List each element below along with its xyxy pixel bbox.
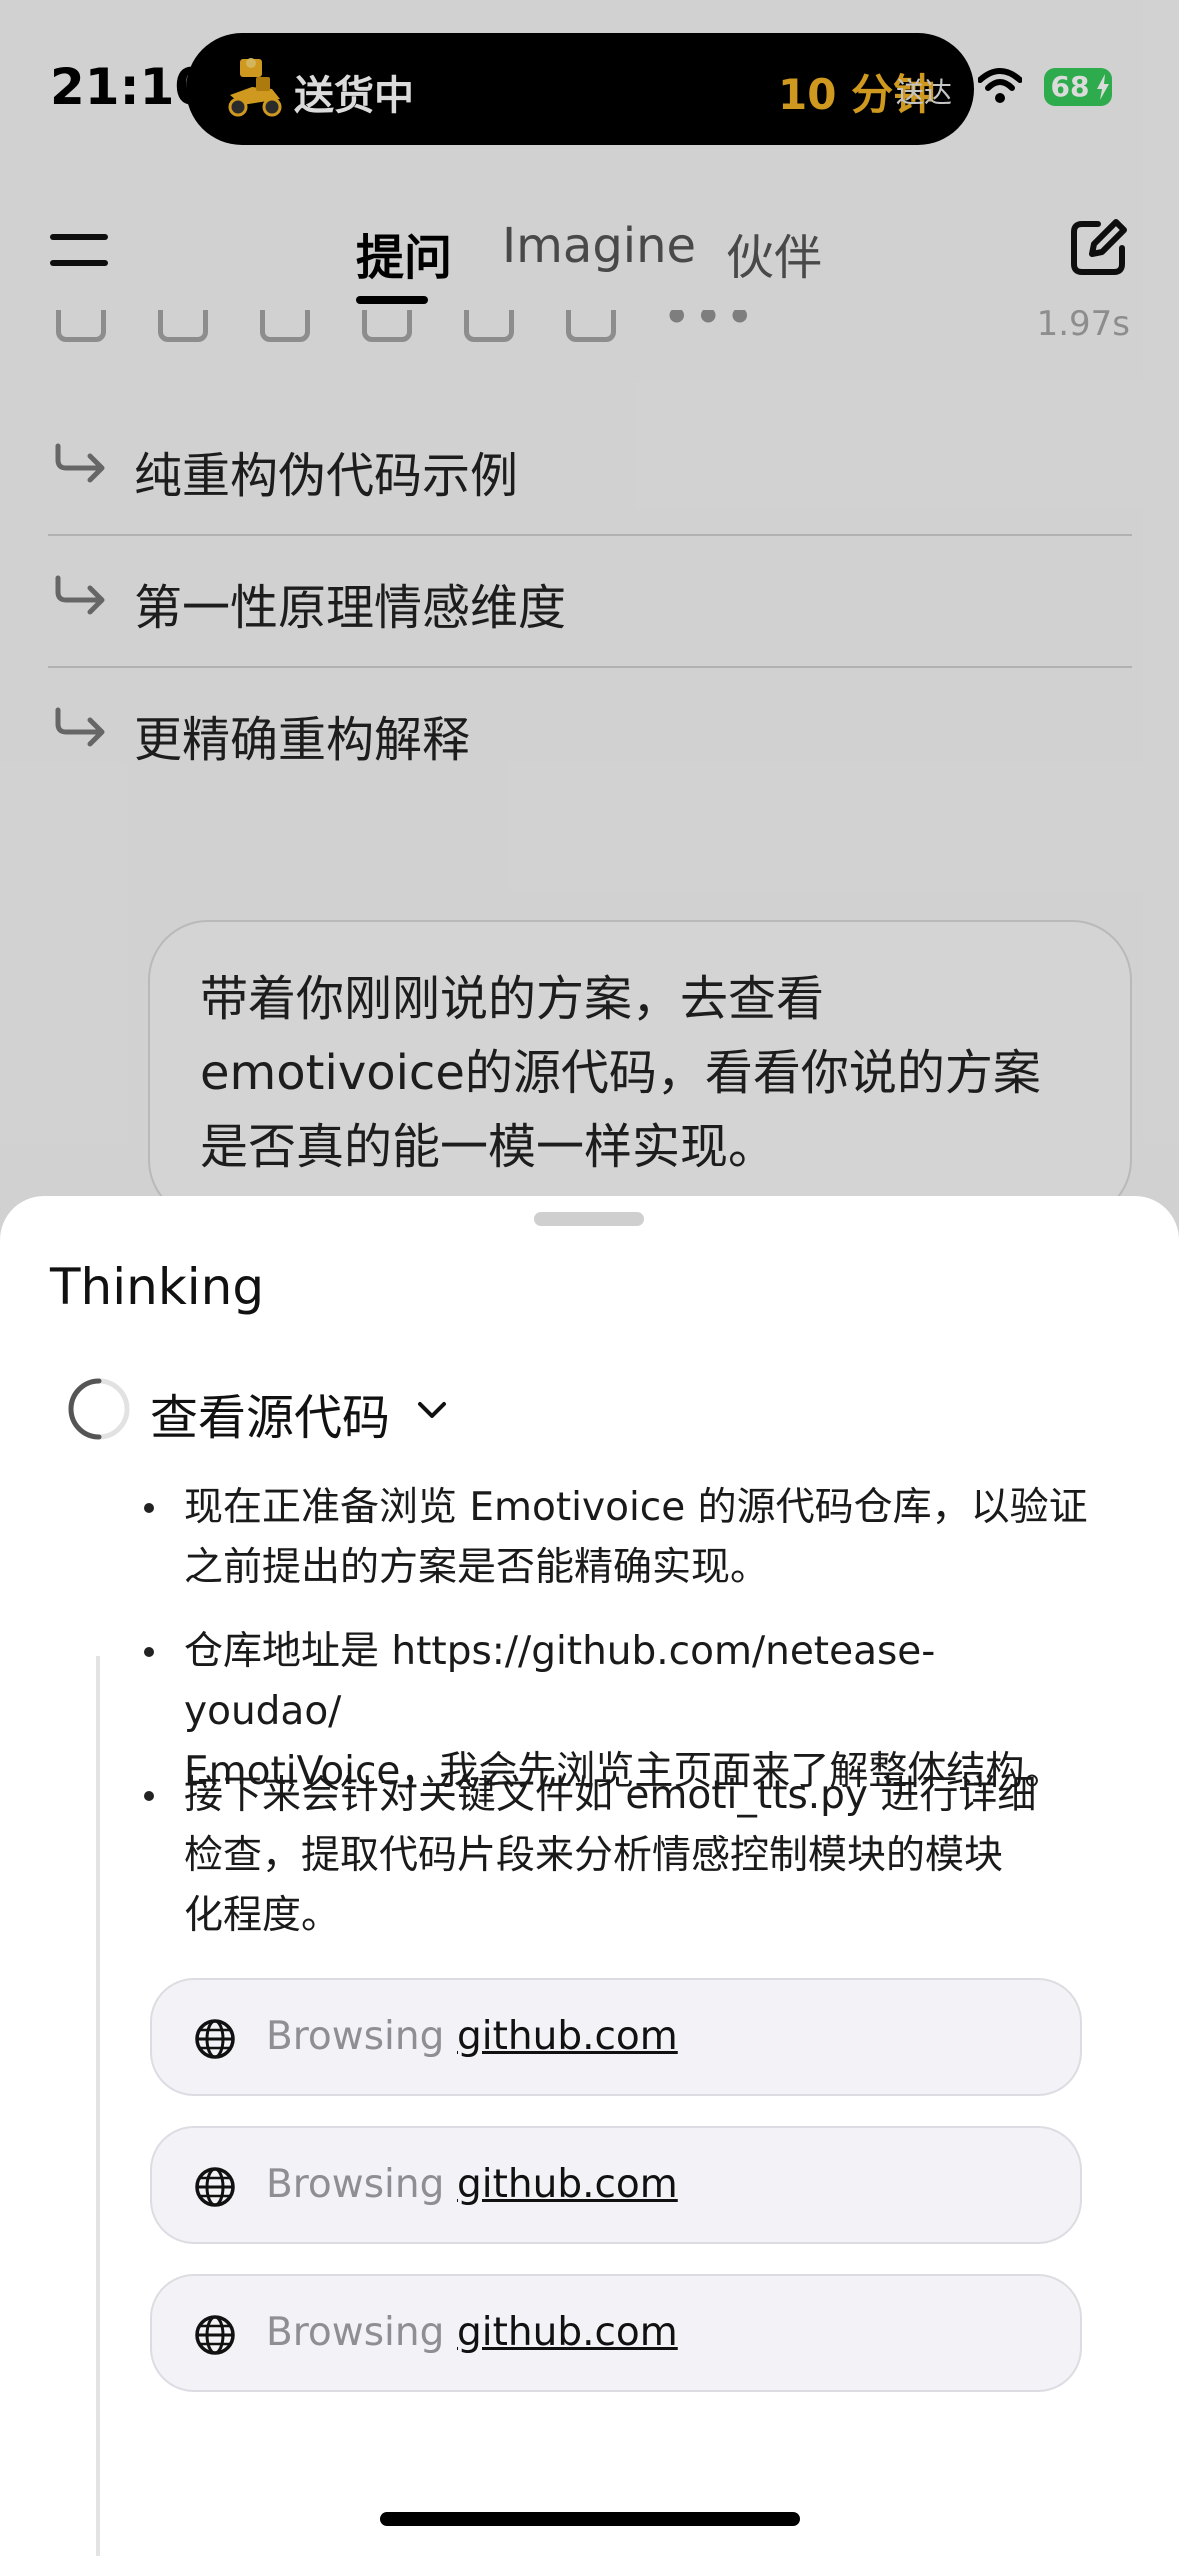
user-message-line: 带着你刚刚说的方案，去查看 — [200, 971, 825, 1027]
delivery-scooter-icon — [228, 58, 282, 117]
delivery-status: 送货中 — [294, 73, 414, 119]
active-tab-indicator — [356, 296, 428, 304]
divider — [48, 666, 1132, 668]
globe-icon — [195, 2019, 235, 2059]
response-action-row: ••• 1.97s — [50, 310, 1130, 360]
top-tabs: 提问 Imagine 伙伴 — [0, 218, 1179, 308]
bullet-line: 化程度。 — [184, 1893, 341, 1938]
bullet-dot — [144, 1791, 154, 1801]
browsing-label: Browsing — [266, 2014, 445, 2059]
live-activity[interactable]: 送货中 10 分钟 送达 — [186, 33, 974, 145]
suggestion-label: 纯重构伪代码示例 — [134, 448, 519, 504]
user-message-bubble: 带着你刚刚说的方案，去查看 emotivoice的源代码，看看你说的方案 是否真… — [148, 920, 1132, 1220]
home-indicator[interactable] — [380, 2512, 800, 2526]
browsing-site-link[interactable]: github.com — [457, 2162, 678, 2207]
reply-arrow-icon — [55, 575, 105, 615]
sheet-grabber[interactable] — [534, 1212, 644, 1226]
step-timeline-line — [96, 1656, 100, 2556]
new-chat-icon[interactable] — [1068, 218, 1128, 278]
thinking-step-title[interactable]: 查看源代码 — [150, 1378, 390, 1448]
delivery-eta-suffix: 送达 — [896, 76, 953, 109]
bullet-line: 接下来会针对关键文件如 emoti_tts.py 进行详细 — [184, 1773, 1037, 1818]
suggestion-label: 更精确重构解释 — [134, 712, 471, 768]
tab-companion[interactable]: 伙伴 — [726, 218, 822, 288]
browsing-site-link[interactable]: github.com — [457, 2310, 678, 2355]
suggestion-label: 第一性原理情感维度 — [134, 580, 567, 636]
user-message-line: emotivoice的源代码，看看你说的方案 — [200, 1045, 1041, 1101]
suggestion-item[interactable]: 纯重构伪代码示例 — [48, 406, 1132, 538]
suggestion-item[interactable]: 第一性原理情感维度 — [48, 538, 1132, 670]
share-icon[interactable] — [158, 310, 208, 342]
browsing-label: Browsing — [266, 2310, 445, 2355]
more-icon[interactable]: ••• — [662, 310, 756, 346]
globe-icon — [195, 2167, 235, 2207]
browsing-item[interactable]: Browsing github.com — [150, 2274, 1082, 2392]
thinking-bullet: 现在正准备浏览 Emotivoice 的源代码仓库，以验证 之前提出的方案是否能… — [144, 1478, 1090, 1598]
bullet-line: 检查，提取代码片段来分析情感控制模块的模块 — [184, 1833, 1004, 1878]
suggestion-item[interactable]: 更精确重构解释 — [48, 670, 1132, 802]
charging-bolt-icon — [1097, 74, 1109, 100]
thinking-sheet: Thinking 查看源代码 现在正准备浏览 Emotivoice 的源代码仓库… — [0, 1196, 1179, 2556]
bullet-line: 之前提出的方案是否能精确实现。 — [184, 1545, 770, 1590]
copy-icon[interactable] — [56, 310, 106, 342]
reply-arrow-icon — [55, 707, 105, 747]
regenerate-icon[interactable] — [566, 310, 616, 342]
loading-spinner-icon — [68, 1378, 130, 1440]
thumbs-down-icon[interactable] — [362, 310, 412, 342]
tab-ask[interactable]: 提问 — [356, 218, 452, 288]
bullet-line: 现在正准备浏览 Emotivoice 的源代码仓库，以验证 — [184, 1485, 1088, 1530]
page: 21:10 送货中 10 分钟 送达 68 提问 Imagine 伙伴 ••• … — [0, 0, 1179, 2556]
browsing-item[interactable]: Browsing github.com — [150, 1978, 1082, 2096]
browsing-item[interactable]: Browsing github.com — [150, 2126, 1082, 2244]
wifi-icon — [978, 68, 1022, 103]
browsing-site-link[interactable]: github.com — [457, 2014, 678, 2059]
divider — [48, 534, 1132, 536]
battery-indicator: 68 — [1044, 68, 1112, 106]
bullet-dot — [144, 1503, 154, 1513]
chevron-down-icon[interactable] — [414, 1392, 450, 1428]
thinking-bullet: 接下来会针对关键文件如 emoti_tts.py 进行详细 检查，提取代码片段来… — [144, 1766, 1090, 1946]
reply-arrow-icon — [55, 443, 105, 483]
bullet-dot — [144, 1647, 154, 1657]
edit-icon[interactable] — [464, 310, 514, 342]
tab-imagine[interactable]: Imagine — [502, 218, 696, 274]
globe-icon — [195, 2315, 235, 2355]
user-message-line: 是否真的能一模一样实现。 — [200, 1119, 777, 1175]
sheet-title: Thinking — [50, 1258, 265, 1316]
browsing-label: Browsing — [266, 2162, 445, 2207]
response-time: 1.97s — [1036, 310, 1130, 344]
export-icon[interactable] — [260, 310, 310, 342]
battery-level: 68 — [1050, 70, 1090, 103]
bullet-line: 仓库地址是 https://github.com/netease-youdao/ — [184, 1629, 936, 1734]
